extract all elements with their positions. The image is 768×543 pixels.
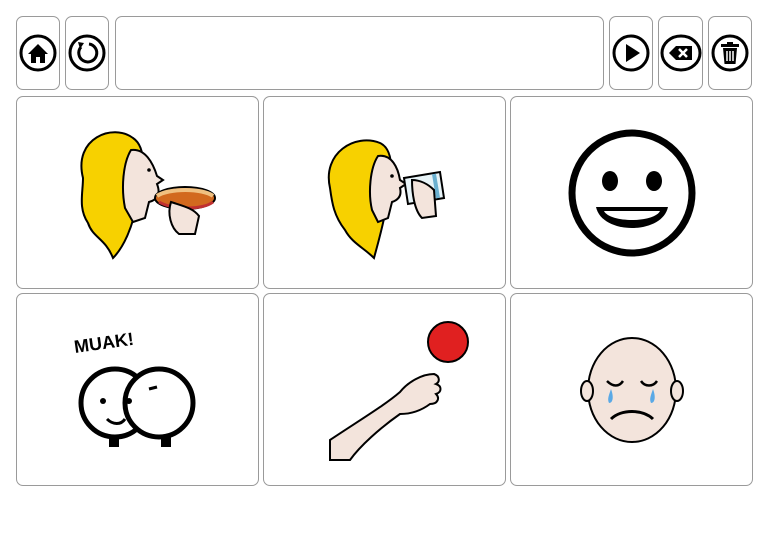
refresh-icon (68, 34, 106, 72)
backspace-button[interactable] (658, 16, 703, 90)
tile-kiss[interactable]: MUAK! (16, 293, 259, 486)
tile-eat[interactable] (16, 96, 259, 289)
trash-icon (711, 34, 749, 72)
speak-button[interactable] (609, 16, 653, 90)
tile-happy[interactable] (510, 96, 753, 289)
throw-ball-pictogram (328, 320, 469, 461)
refresh-button[interactable] (65, 16, 109, 90)
clear-button[interactable] (708, 16, 752, 90)
backspace-icon (660, 34, 701, 72)
tile-throw-ball[interactable] (263, 293, 506, 486)
kiss-caption: MUAK! (72, 328, 134, 356)
eat-pictogram (79, 130, 216, 260)
play-icon (612, 34, 650, 72)
happy-face-pictogram (568, 129, 695, 256)
tile-drink[interactable] (263, 96, 506, 289)
sad-crying-pictogram (579, 336, 684, 443)
drink-pictogram (327, 138, 445, 260)
home-icon (19, 34, 57, 72)
tile-sad[interactable] (510, 293, 753, 486)
kiss-pictogram: MUAK! (72, 328, 195, 447)
message-bar[interactable] (115, 16, 604, 90)
home-button[interactable] (16, 16, 60, 90)
